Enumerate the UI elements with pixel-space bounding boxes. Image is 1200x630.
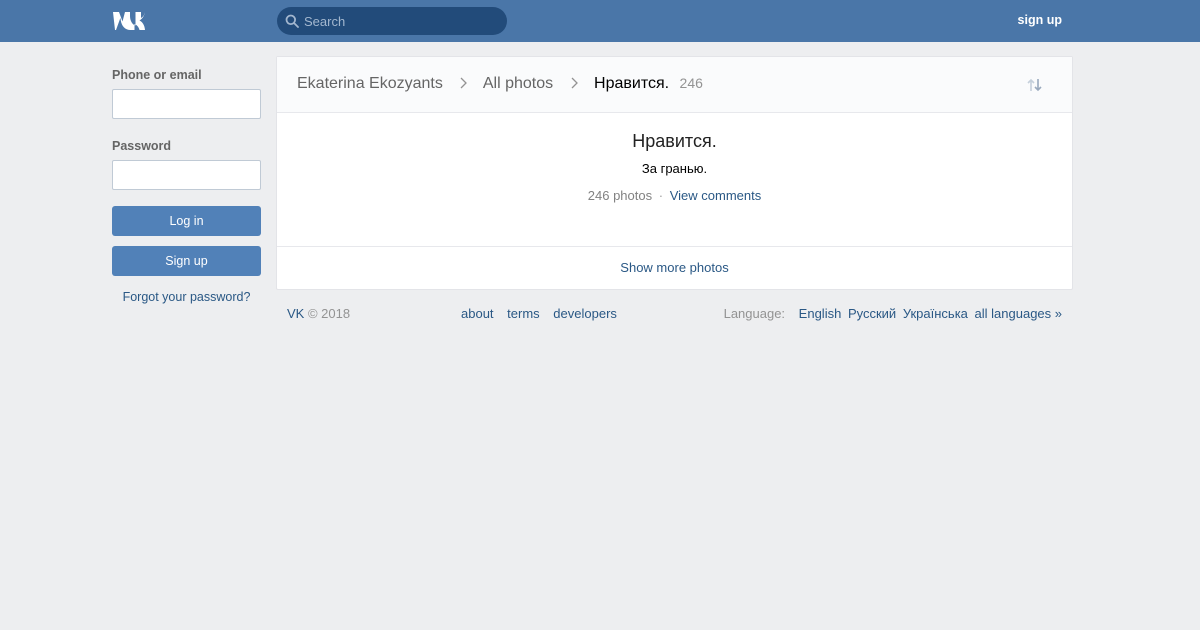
phone-email-label: Phone or email <box>112 68 202 82</box>
album-panel: Ekaterina Ekozyants All photos Нравится.… <box>276 56 1073 290</box>
search-icon <box>285 14 299 28</box>
meta-separator: · <box>658 188 664 203</box>
footer-vk-link[interactable]: VK <box>287 306 304 321</box>
language-english[interactable]: English <box>799 306 842 321</box>
login-button[interactable]: Log in <box>112 206 261 236</box>
footer-link-about[interactable]: about <box>461 306 494 321</box>
footer-copyright: VK © 2018 <box>287 306 350 321</box>
album-description: За гранью. <box>641 161 708 176</box>
footer-link-developers[interactable]: developers <box>553 306 617 321</box>
search-input[interactable] <box>304 7 499 35</box>
footer-link-terms[interactable]: terms <box>507 306 540 321</box>
show-more-photos-button[interactable]: Show more photos <box>277 246 1072 289</box>
phone-email-field[interactable] <box>112 89 261 119</box>
album-header: Ekaterina Ekozyants All photos Нравится.… <box>277 57 1072 113</box>
top-header: sign up <box>0 0 1200 42</box>
sort-arrows-icon[interactable] <box>1026 77 1044 93</box>
language-russian[interactable]: Русский <box>848 306 896 321</box>
language-label: Language: <box>723 306 786 321</box>
chevron-right-icon <box>460 77 468 89</box>
copyright-text: © 2018 <box>307 306 351 321</box>
page-footer: VK © 2018 about terms developers Languag… <box>276 306 1073 326</box>
password-label: Password <box>112 139 172 153</box>
breadcrumb-photo-count: 246 <box>679 75 703 91</box>
signup-button[interactable]: Sign up <box>112 246 261 276</box>
language-ukrainian[interactable]: Українська <box>903 306 968 321</box>
album-meta: 246 photos · View comments <box>277 188 1072 203</box>
view-comments-link[interactable]: View comments <box>670 188 762 203</box>
search-box[interactable] <box>277 7 507 35</box>
login-form: Phone or email Password Log in Sign up F… <box>112 68 261 304</box>
vk-logo[interactable] <box>112 10 145 32</box>
breadcrumb-all-photos[interactable]: All photos <box>483 75 553 92</box>
album-info: Нравится. За гранью. 246 photos · View c… <box>277 114 1072 203</box>
forgot-password-link[interactable]: Forgot your password? <box>112 290 261 304</box>
language-all[interactable]: all languages » <box>975 306 1062 321</box>
chevron-right-icon <box>571 77 578 89</box>
header-signup-link[interactable]: sign up <box>1018 13 1062 27</box>
breadcrumb-current-album: Нравится. <box>594 75 670 92</box>
footer-languages: Language: English Русский Українська all… <box>724 306 1062 321</box>
breadcrumb-owner[interactable]: Ekaterina Ekozyants <box>297 75 443 92</box>
footer-links: about terms developers <box>461 306 627 321</box>
breadcrumb: Ekaterina Ekozyants All photos Нравится.… <box>297 75 703 93</box>
album-title: Нравится. <box>632 131 717 151</box>
password-field[interactable] <box>112 160 261 190</box>
album-photo-count: 246 photos <box>587 188 653 203</box>
